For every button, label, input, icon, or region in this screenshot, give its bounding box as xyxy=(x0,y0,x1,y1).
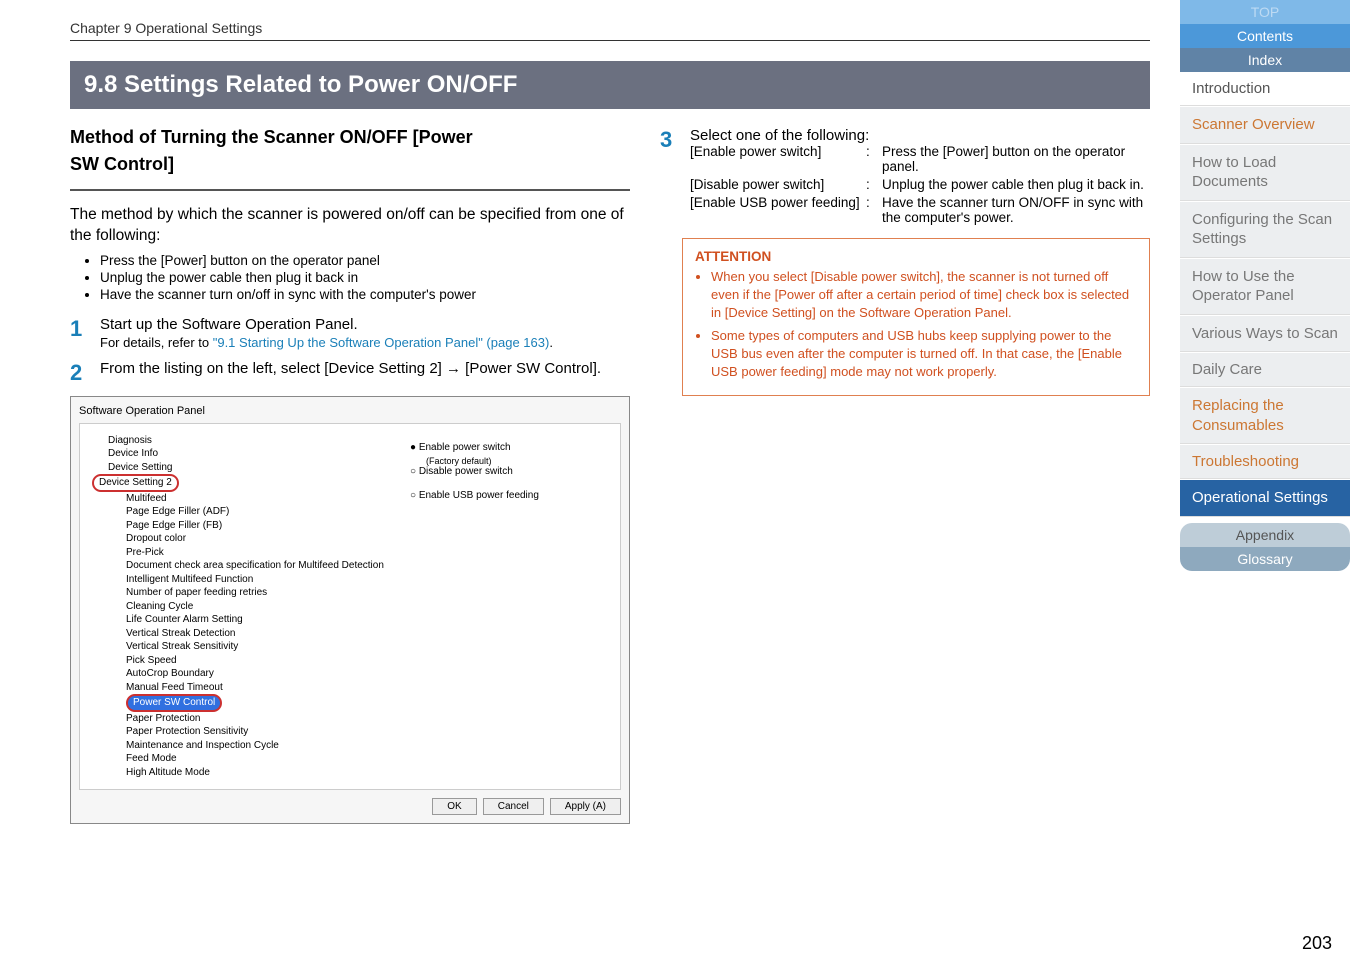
tree-item[interactable]: Vertical Streak Sensitivity xyxy=(90,640,400,654)
tree-item-power-sw-control[interactable]: Power SW Control xyxy=(126,694,222,712)
cancel-button[interactable]: Cancel xyxy=(483,798,544,815)
tree-item[interactable]: Manual Feed Timeout xyxy=(90,681,400,695)
option-colon: : xyxy=(866,144,876,174)
nav-how-to-load[interactable]: How to Load Documents xyxy=(1180,144,1350,201)
settings-tree[interactable]: Diagnosis Device Info Device Setting Dev… xyxy=(90,434,400,780)
tree-item[interactable]: Maintenance and Inspection Cycle xyxy=(90,739,400,753)
nav-configuring-scan[interactable]: Configuring the Scan Settings xyxy=(1180,201,1350,258)
nav-operator-panel[interactable]: How to Use the Operator Panel xyxy=(1180,258,1350,315)
tree-item[interactable]: Device Info xyxy=(90,447,400,461)
tree-item[interactable]: Feed Mode xyxy=(90,752,400,766)
tree-item[interactable]: Page Edge Filler (FB) xyxy=(90,519,400,533)
option-label: [Enable USB power feeding] xyxy=(690,195,860,225)
step-number-3: 3 xyxy=(660,127,678,228)
nav-troubleshooting[interactable]: Troubleshooting xyxy=(1192,453,1299,470)
radio-enable-usb-power[interactable]: ○ Enable USB power feeding xyxy=(410,490,610,501)
tree-item[interactable]: Number of paper feeding retries xyxy=(90,586,400,600)
bullet-item: Press the [Power] button on the operator… xyxy=(100,253,630,268)
attention-item: When you select [Disable power switch], … xyxy=(711,268,1137,323)
tree-item[interactable]: Device Setting xyxy=(90,461,400,475)
page-number: 203 xyxy=(1180,923,1350,954)
radio-enable-power-switch[interactable]: ● Enable power switch xyxy=(410,442,610,453)
option-colon: : xyxy=(866,177,876,192)
step-3-text: Select one of the following: xyxy=(690,127,1150,144)
option-desc: Unplug the power cable then plug it back… xyxy=(882,177,1150,192)
step-1-sub-suffix: . xyxy=(549,335,553,350)
nav-replacing-consumables[interactable]: Replacing the Consumables xyxy=(1192,397,1284,434)
software-panel-screenshot: Software Operation Panel Diagnosis Devic… xyxy=(70,396,630,825)
nav-scanner-overview[interactable]: Scanner Overview xyxy=(1192,116,1315,133)
nav-contents[interactable]: Contents xyxy=(1180,24,1350,48)
nav-various-ways[interactable]: Various Ways to Scan xyxy=(1180,315,1350,353)
step-1-sub-prefix: For details, refer to xyxy=(100,335,213,350)
step-number-1: 1 xyxy=(70,316,88,350)
tree-item[interactable]: Paper Protection Sensitivity xyxy=(90,725,400,739)
attention-item: Some types of computers and USB hubs kee… xyxy=(711,327,1137,382)
tree-item[interactable]: Document check area specification for Mu… xyxy=(90,559,400,573)
nav-daily-care[interactable]: Daily Care xyxy=(1180,352,1350,387)
tree-item[interactable]: High Altitude Mode xyxy=(90,766,400,780)
step-1-text: Start up the Software Operation Panel. xyxy=(100,316,358,333)
option-desc: Press the [Power] button on the operator… xyxy=(882,144,1150,174)
bullet-item: Have the scanner turn on/off in sync wit… xyxy=(100,287,630,302)
option-desc: Have the scanner turn ON/OFF in sync wit… xyxy=(882,195,1150,225)
subsection-heading-line1: Method of Turning the Scanner ON/OFF [Po… xyxy=(70,127,630,148)
tree-item[interactable]: Pick Speed xyxy=(90,654,400,668)
step-number-2: 2 xyxy=(70,360,88,386)
tree-item[interactable]: Paper Protection xyxy=(90,712,400,726)
attention-title: ATTENTION xyxy=(695,249,1137,264)
step-2-text: From the listing on the left, select [De… xyxy=(100,360,630,386)
tree-item-device-setting-2[interactable]: Device Setting 2 xyxy=(92,474,179,492)
intro-paragraph: The method by which the scanner is power… xyxy=(70,205,630,247)
section-title: 9.8 Settings Related to Power ON/OFF xyxy=(70,61,1150,109)
apply-button[interactable]: Apply (A) xyxy=(550,798,621,815)
tree-item[interactable]: Intelligent Multifeed Function xyxy=(90,573,400,587)
nav-appendix[interactable]: Appendix xyxy=(1180,523,1350,547)
radio-disable-power-switch[interactable]: ○ Disable power switch xyxy=(410,466,610,477)
step-1-link[interactable]: "9.1 Starting Up the Software Operation … xyxy=(213,335,550,350)
panel-titlebar: Software Operation Panel xyxy=(79,405,621,417)
tree-item[interactable]: Vertical Streak Detection xyxy=(90,627,400,641)
nav-operational-settings[interactable]: Operational Settings xyxy=(1180,479,1350,517)
tree-item[interactable]: Page Edge Filler (ADF) xyxy=(90,505,400,519)
attention-box: ATTENTION When you select [Disable power… xyxy=(682,238,1150,396)
tree-item[interactable]: Life Counter Alarm Setting xyxy=(90,613,400,627)
method-bullet-list: Press the [Power] button on the operator… xyxy=(100,253,630,302)
tree-item[interactable]: Dropout color xyxy=(90,532,400,546)
tree-item[interactable]: Multifeed xyxy=(90,492,400,506)
tree-item[interactable]: Pre-Pick xyxy=(90,546,400,560)
tree-item[interactable]: Cleaning Cycle xyxy=(90,600,400,614)
option-label: [Disable power switch] xyxy=(690,177,860,192)
ok-button[interactable]: OK xyxy=(432,798,476,815)
tree-item[interactable]: Diagnosis xyxy=(90,434,400,448)
tree-item[interactable]: AutoCrop Boundary xyxy=(90,667,400,681)
radio-default-note: (Factory default) xyxy=(426,456,610,466)
nav-glossary[interactable]: Glossary xyxy=(1180,547,1350,571)
option-colon: : xyxy=(866,195,876,225)
option-label: [Enable power switch] xyxy=(690,144,860,174)
nav-index[interactable]: Index xyxy=(1180,48,1350,72)
chapter-header: Chapter 9 Operational Settings xyxy=(70,20,1150,41)
nav-introduction[interactable]: Introduction xyxy=(1180,72,1350,106)
nav-top[interactable]: TOP xyxy=(1180,0,1350,24)
bullet-item: Unplug the power cable then plug it back… xyxy=(100,270,630,285)
subsection-heading-line2: SW Control] xyxy=(70,154,630,175)
